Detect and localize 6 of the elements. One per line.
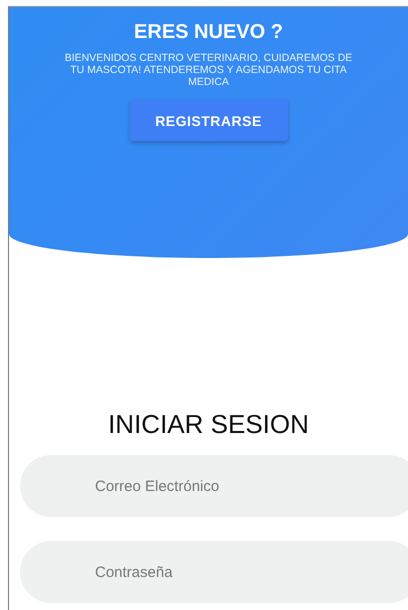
email-field[interactable]: Correo Electrónico	[20, 455, 408, 517]
welcome-message: BIENVENIDOS CENTRO VETERINARIO, CUIDAREMOS DE TU MASCOTA! ATENDEREMOS Y AGENDAMOS TU CITA MEDICA	[64, 52, 354, 88]
password-field[interactable]: Contraseña	[20, 541, 408, 603]
login-title: INICIAR SESION	[107, 409, 310, 440]
welcome-title: ERES NUEVO ?	[134, 21, 283, 44]
register-button[interactable]: REGISTRARSE	[130, 100, 288, 141]
